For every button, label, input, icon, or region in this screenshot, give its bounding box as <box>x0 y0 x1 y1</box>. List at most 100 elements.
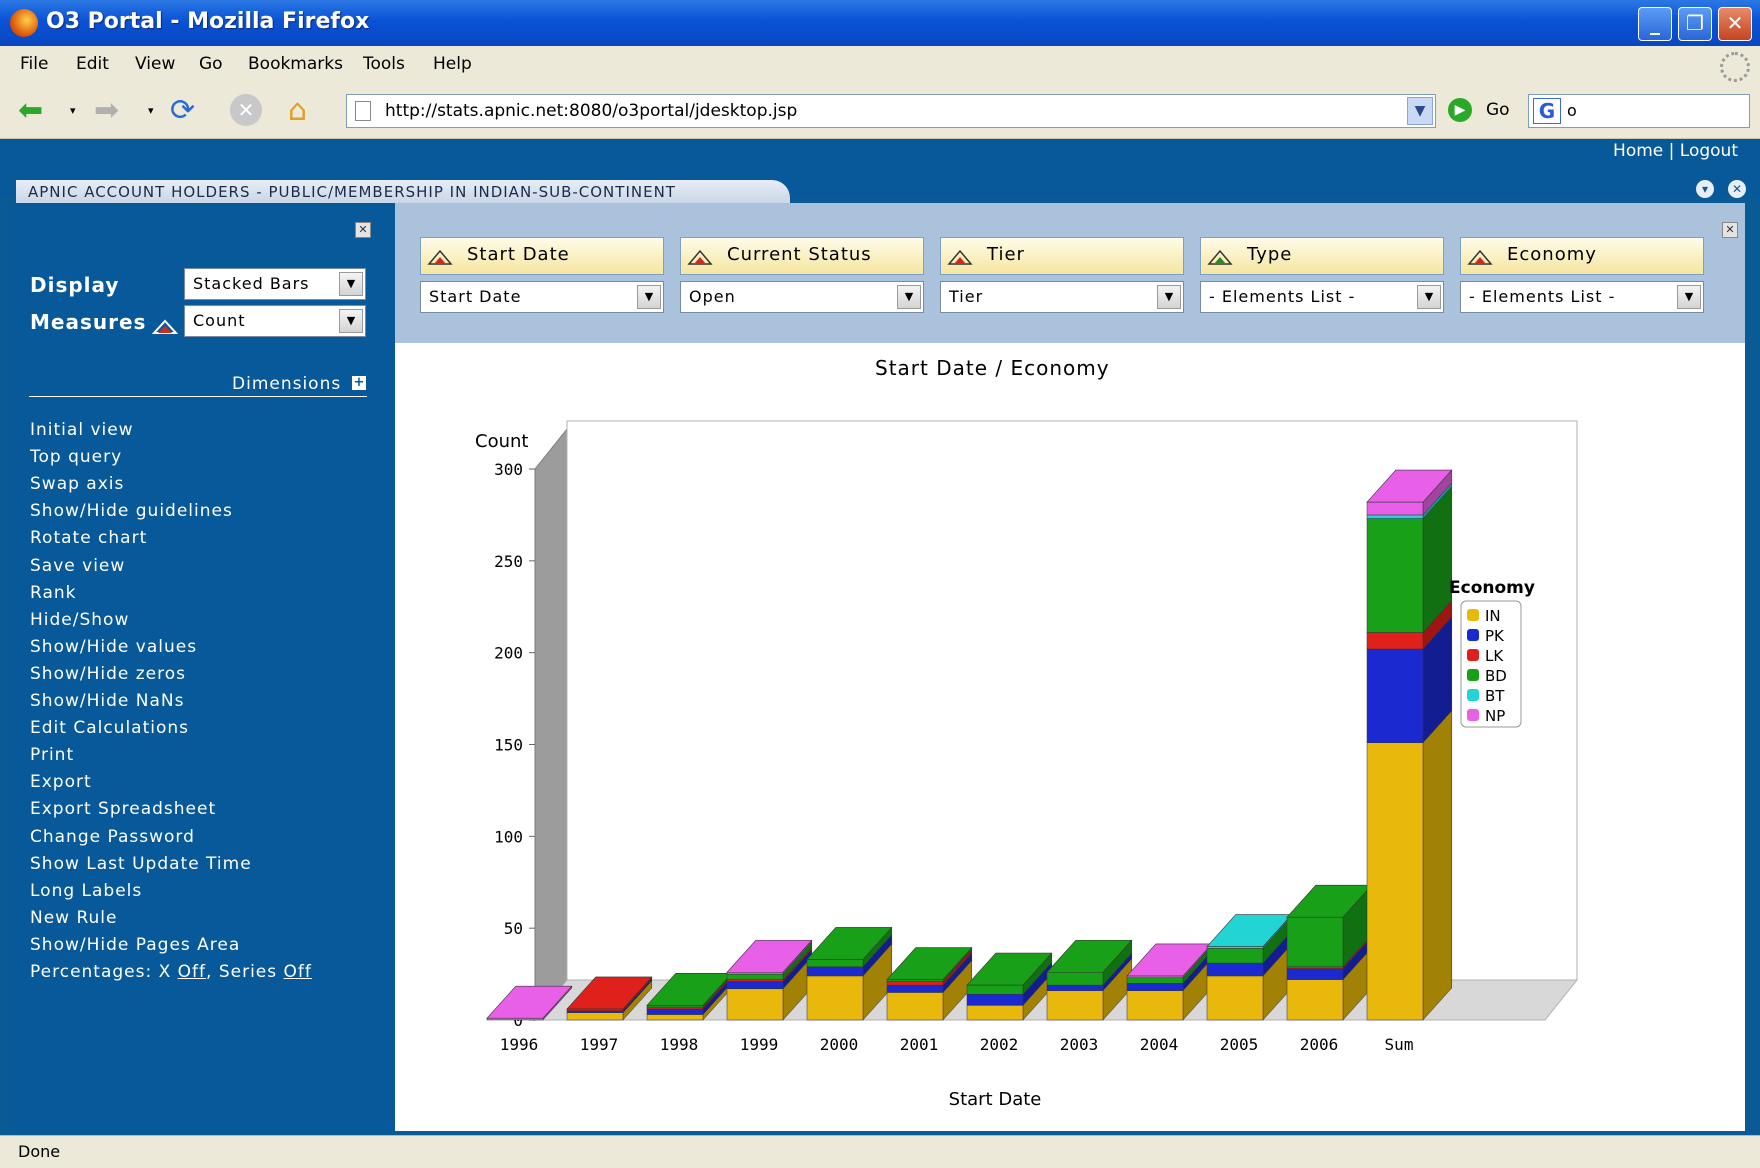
close-portlet-icon[interactable]: ✕ <box>1728 180 1746 198</box>
close-panel-icon[interactable]: ✕ <box>355 222 371 238</box>
menu-file[interactable]: File <box>20 54 48 74</box>
menu-view[interactable]: View <box>135 54 175 74</box>
home-link[interactable]: Home <box>1613 141 1663 161</box>
legend-swatch <box>1467 669 1479 681</box>
filter-select-value: Tier <box>949 287 984 306</box>
search-box[interactable]: G o <box>1528 94 1750 128</box>
measure-sort-icon[interactable] <box>151 318 179 334</box>
status-text: Done <box>18 1142 61 1161</box>
menu-go[interactable]: Go <box>199 54 223 74</box>
menu-action-edit-calculations[interactable]: Edit Calculations <box>30 718 189 738</box>
stacked-bar-chart[interactable]: 050100150200250300CountStart Date1996 199… <box>395 343 1745 1123</box>
menu-action-hide-show[interactable]: Hide/Show <box>30 610 129 630</box>
menu-action-swap-axis[interactable]: Swap axis <box>30 474 124 494</box>
legend-swatch <box>1467 649 1479 661</box>
bar-segment <box>1366 514 1424 519</box>
portlet-tab[interactable]: APNIC ACCOUNT HOLDERS - PUBLIC/MEMBERSHI… <box>16 180 790 204</box>
filter-header-label: Start Date <box>467 244 570 265</box>
menu-action-new-rule[interactable]: New Rule <box>30 908 118 928</box>
bar-segment <box>1126 983 1184 991</box>
go-play-icon[interactable]: ▶ <box>1448 98 1472 122</box>
menu-action-change-password[interactable]: Change Password <box>30 827 195 847</box>
menu-action-show-hide-values[interactable]: Show/Hide values <box>30 637 197 657</box>
menu-action-top-query[interactable]: Top query <box>30 447 122 467</box>
restore-button[interactable]: ❐ <box>1678 7 1712 41</box>
filter-select-start-date[interactable]: Start Date ▼ <box>420 281 664 313</box>
google-search-icon[interactable]: G <box>1533 98 1561 124</box>
measures-select[interactable]: Count ▼ <box>184 305 366 337</box>
expand-plus-icon[interactable]: + <box>352 376 366 390</box>
bar-segment <box>966 994 1024 1006</box>
menu-action-show-last-update-time[interactable]: Show Last Update Time <box>30 854 252 874</box>
measures-select-value: Count <box>193 311 246 330</box>
forward-dropdown-icon[interactable]: ▾ <box>148 104 154 117</box>
legend-label: IN <box>1485 607 1501 625</box>
menu-action-export-spreadsheet[interactable]: Export Spreadsheet <box>30 799 216 819</box>
menu-action-print[interactable]: Print <box>30 745 74 765</box>
bar-segment <box>566 1010 624 1013</box>
menu-edit[interactable]: Edit <box>76 54 109 74</box>
menu-action-rank[interactable]: Rank <box>30 583 76 603</box>
back-dropdown-icon[interactable]: ▾ <box>70 104 76 117</box>
filter-select-type[interactable]: - Elements List - ▼ <box>1200 281 1444 313</box>
logout-link[interactable]: Logout <box>1680 141 1738 161</box>
home-icon[interactable]: ⌂ <box>288 93 307 128</box>
filter-select-tier[interactable]: Tier ▼ <box>940 281 1184 313</box>
filter-select-economy[interactable]: - Elements List - ▼ <box>1460 281 1704 313</box>
go-button[interactable]: Go <box>1486 100 1510 120</box>
chart-side-wall <box>534 427 568 1022</box>
filter-header-label: Type <box>1247 244 1293 265</box>
filter-select-current-status[interactable]: Open ▼ <box>680 281 924 313</box>
percentages-x-toggle[interactable]: Off <box>178 962 206 982</box>
menu-help[interactable]: Help <box>433 54 472 74</box>
menu-action-show-hide-pages-area[interactable]: Show/Hide Pages Area <box>30 935 240 955</box>
menu-action-show-hide-guidelines[interactable]: Show/Hide guidelines <box>30 501 233 521</box>
minimize-button[interactable]: _ <box>1638 7 1672 41</box>
x-tick-label: 1997 <box>580 1035 619 1054</box>
chevron-down-icon: ▼ <box>1157 285 1181 309</box>
back-arrow-icon[interactable]: ⬅ <box>18 93 43 128</box>
reload-icon[interactable]: ⟳ <box>170 93 195 128</box>
menu-tools[interactable]: Tools <box>363 54 405 74</box>
close-filters-icon[interactable]: ✕ <box>1722 222 1738 238</box>
address-dropdown-icon[interactable]: ▼ <box>1407 97 1433 125</box>
collapse-icon[interactable]: ▾ <box>1696 180 1714 198</box>
menu-bookmarks[interactable]: Bookmarks <box>248 54 343 74</box>
address-bar[interactable]: http://stats.apnic.net:8080/o3portal/jde… <box>346 94 1436 128</box>
filter-header-start-date[interactable]: Start Date <box>420 237 664 275</box>
display-select-value: Stacked Bars <box>193 274 310 293</box>
top-links: Home | Logout <box>1613 141 1738 161</box>
bar-segment <box>1206 962 1264 977</box>
bar-segment <box>1286 916 1344 967</box>
menu-action-export[interactable]: Export <box>30 772 92 792</box>
bar-segment <box>726 979 784 982</box>
menu-action-show-hide-zeros[interactable]: Show/Hide zeros <box>30 664 186 684</box>
bar-segment <box>646 1006 704 1010</box>
menu-action-long-labels[interactable]: Long Labels <box>30 881 142 901</box>
dimensions-toggle[interactable]: Dimensions <box>232 374 341 394</box>
legend-title: Economy <box>1449 578 1535 598</box>
close-window-button[interactable]: ✕ <box>1718 7 1752 41</box>
bar-segment <box>1366 518 1424 633</box>
filter-header-label: Tier <box>987 244 1025 265</box>
display-select[interactable]: Stacked Bars ▼ <box>184 268 366 300</box>
menu-action-initial-view[interactable]: Initial view <box>30 420 134 440</box>
legend-label: BD <box>1485 667 1507 685</box>
menu-action-show-hide-nans[interactable]: Show/Hide NaNs <box>30 691 184 711</box>
filter-header-type[interactable]: Type <box>1200 237 1444 275</box>
menu-action-save-view[interactable]: Save view <box>30 556 125 576</box>
search-value: o <box>1567 101 1577 120</box>
filter-header-economy[interactable]: Economy <box>1460 237 1704 275</box>
forward-arrow-icon[interactable]: ➡ <box>94 93 119 128</box>
filter-select-value: - Elements List - <box>1209 287 1356 306</box>
bar-segment <box>1366 632 1424 650</box>
bar-segment <box>886 984 944 993</box>
filter-header-tier[interactable]: Tier <box>940 237 1184 275</box>
bar-segment <box>1366 501 1424 516</box>
filter-header-current-status[interactable]: Current Status <box>680 237 924 275</box>
percentages-control: Percentages: X Off, Series Off <box>30 962 312 982</box>
filter-select-value: - Elements List - <box>1469 287 1616 306</box>
menu-action-rotate-chart[interactable]: Rotate chart <box>30 528 147 548</box>
percentages-series-toggle[interactable]: Off <box>284 962 312 982</box>
stop-icon[interactable]: ✕ <box>230 94 262 126</box>
